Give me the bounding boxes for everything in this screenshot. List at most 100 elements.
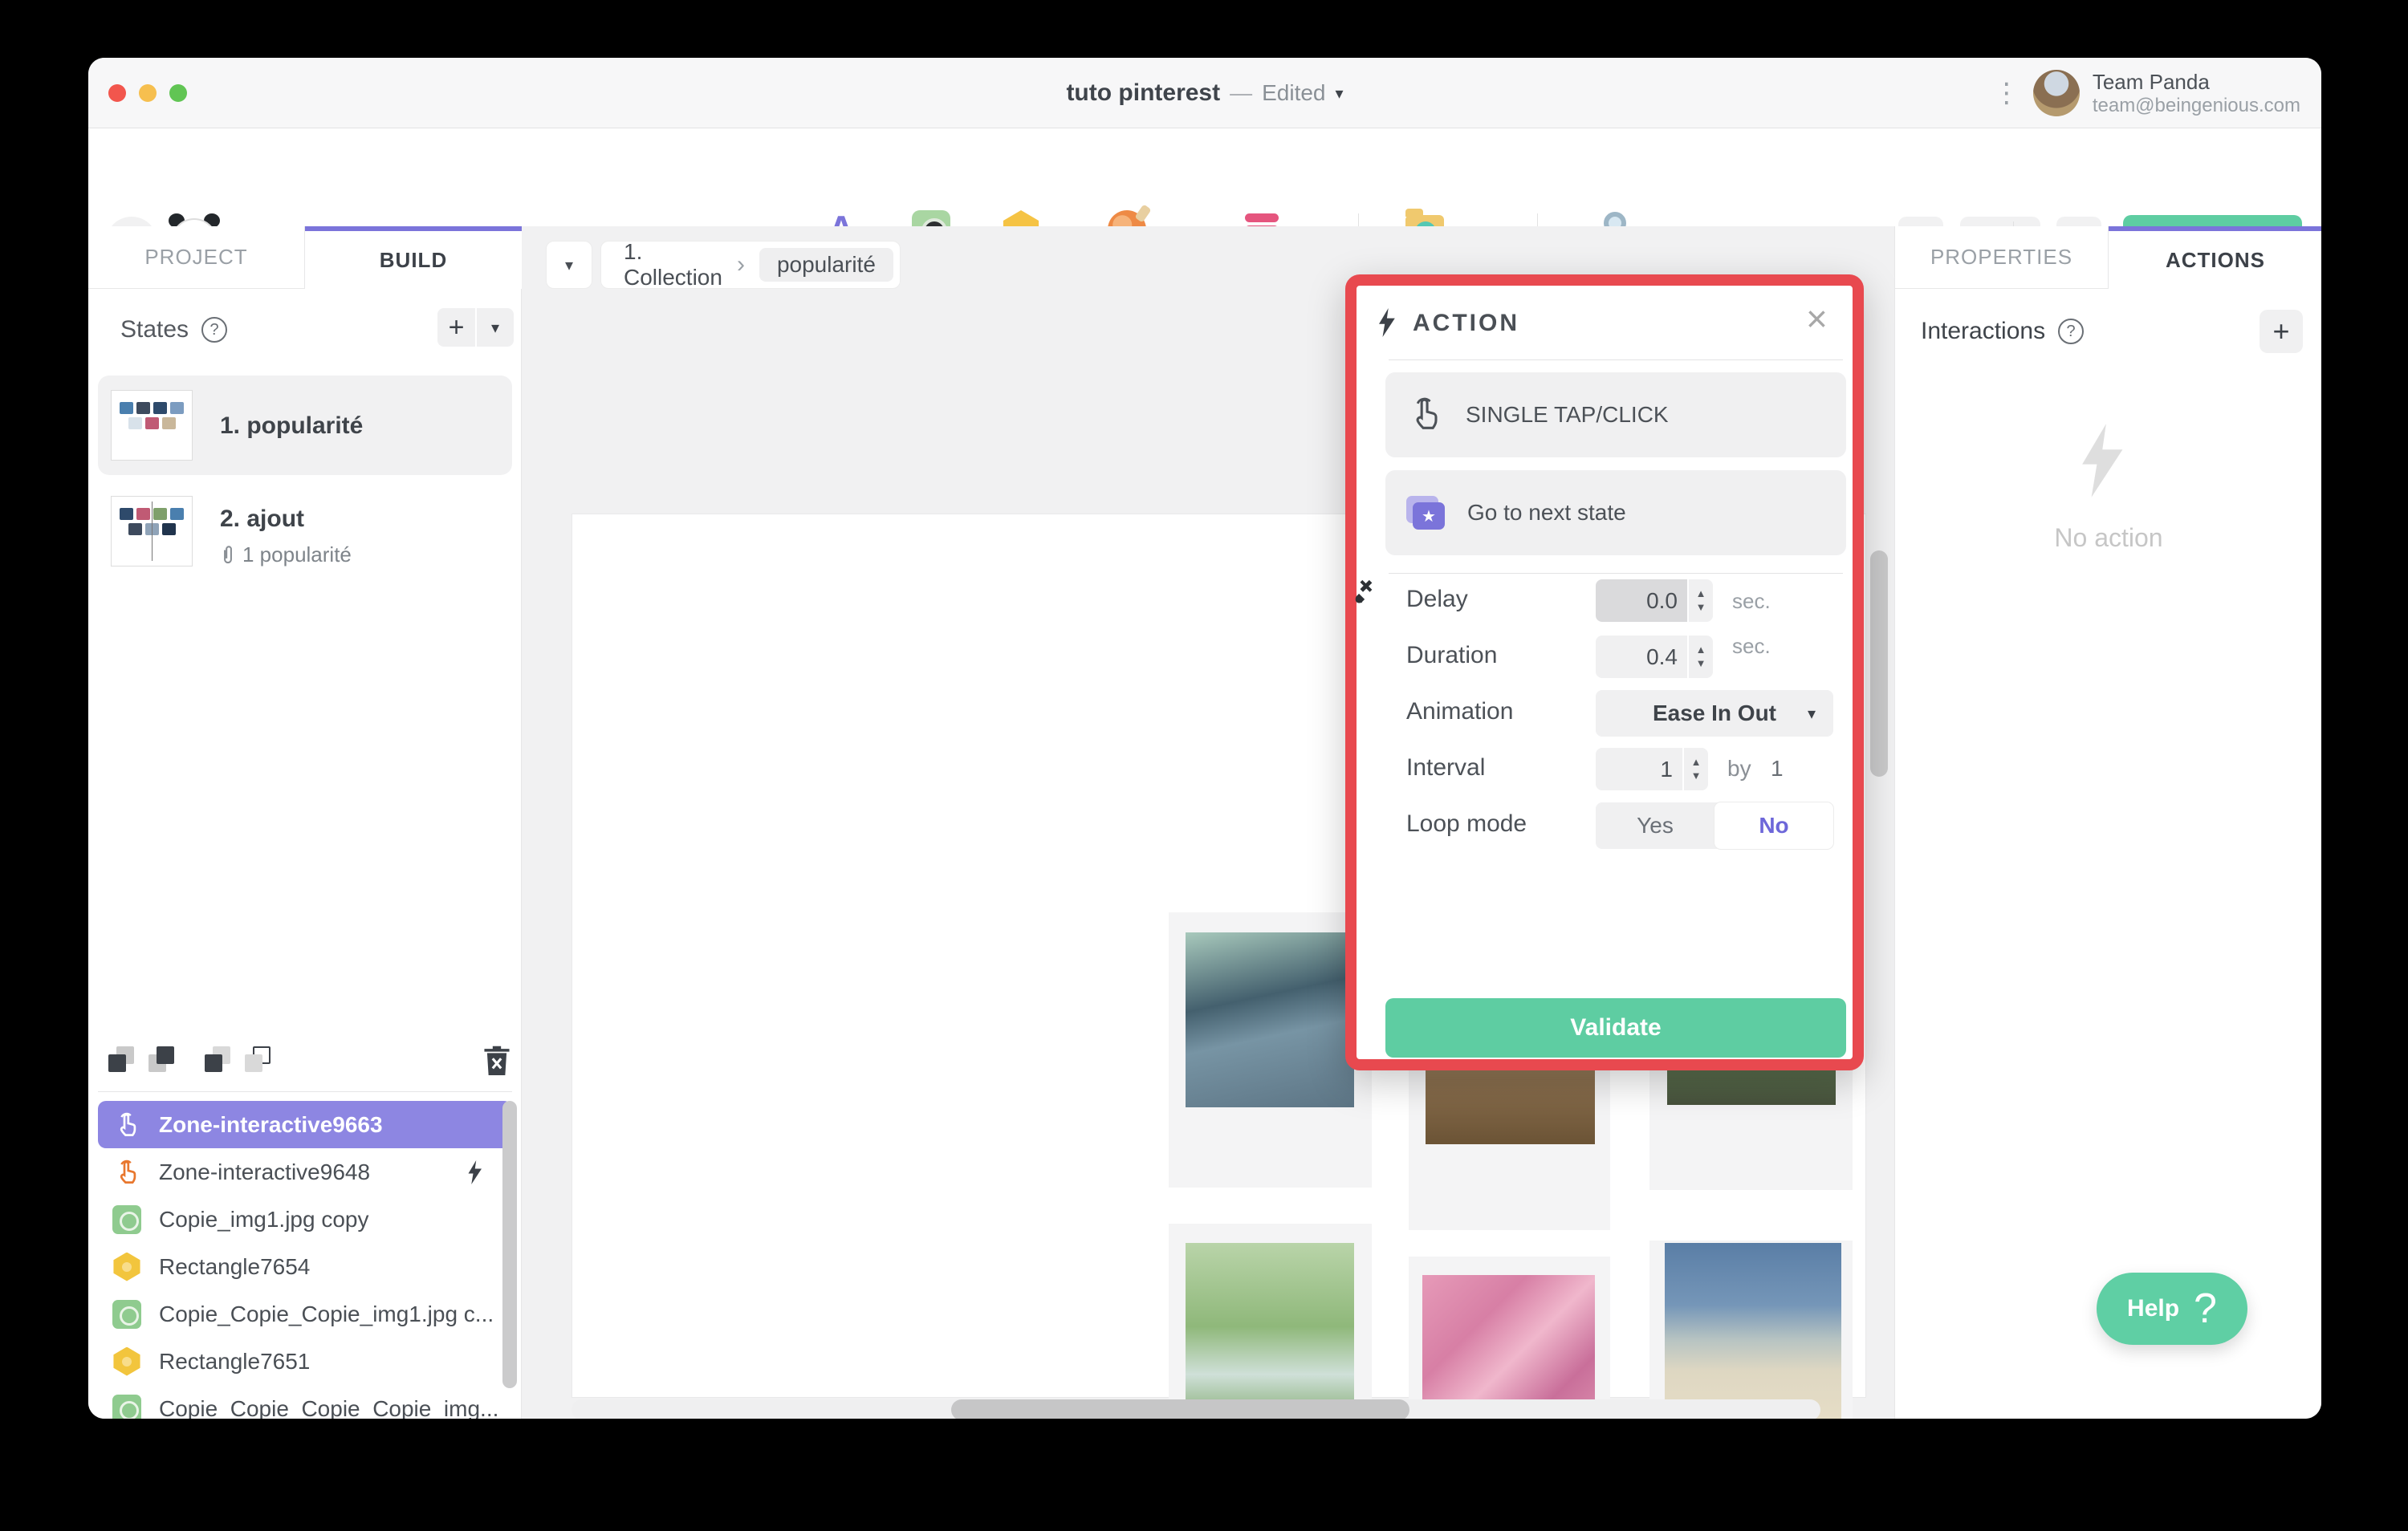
divider (98, 1091, 512, 1092)
layer-list-scrollbar[interactable] (502, 1101, 517, 1388)
layer-row[interactable]: Copie_Copie_Copie_img1.jpg c... (88, 1290, 522, 1338)
action-bolt-icon (1376, 308, 1397, 337)
layer-row[interactable]: Zone-interactive9663 (98, 1101, 512, 1148)
state-options-dropdown[interactable]: ▾ (477, 308, 514, 347)
interval-by-label: by (1727, 756, 1751, 782)
loop-mode-label: Loop mode (1406, 810, 1527, 838)
interval-label: Interval (1406, 754, 1485, 782)
loop-no-option[interactable]: No (1714, 802, 1833, 849)
delete-layer-button[interactable] (482, 1043, 512, 1077)
state-label: 2. ajout (220, 506, 304, 533)
tab-build[interactable]: BUILD (305, 226, 522, 289)
photo-flowers-shoes (1422, 1275, 1595, 1419)
single-tap-icon (1406, 395, 1443, 435)
interactions-header: Interactions ? (1921, 318, 2084, 345)
no-action-label: No action (1895, 523, 2321, 553)
state-item-ajout[interactable]: 2. ajout 1 popularité (98, 481, 512, 581)
loop-mode-toggle: Yes No (1596, 802, 1833, 849)
action-badge-icon (466, 1160, 483, 1184)
loop-yes-option[interactable]: Yes (1596, 802, 1714, 849)
layer-row[interactable]: Rectangle7654 (88, 1243, 522, 1290)
tab-properties[interactable]: PROPERTIES (1895, 226, 2109, 289)
tap-zone-icon (112, 1158, 141, 1187)
mouse-cursor (1353, 578, 1381, 605)
screen: tuto pinterest — Edited ▾ ⋮ Team Panda t… (0, 0, 2408, 1531)
breadcrumb-dropdown-button[interactable]: ▾ (546, 241, 592, 289)
dialog-title: ACTION (1413, 310, 1519, 337)
delay-stepper[interactable]: ▲▼ (1687, 579, 1713, 622)
toolbar: pandasuite v3.1.75-pre A Text Images Sha… (88, 128, 2321, 226)
animation-label: Animation (1406, 698, 1513, 725)
interactions-help-icon[interactable]: ? (2058, 319, 2084, 344)
breadcrumb: 1. Collection › popularité (600, 241, 901, 289)
user-email: team@beingenious.com (2093, 95, 2300, 117)
app-window: tuto pinterest — Edited ▾ ⋮ Team Panda t… (88, 58, 2321, 1419)
state-label: 1. popularité (220, 412, 363, 440)
close-icon[interactable]: × (1806, 300, 1828, 337)
duration-label: Duration (1406, 642, 1497, 669)
layer-row[interactable]: Copie_img1.jpg copy (88, 1196, 522, 1243)
tap-zone-icon (112, 1111, 141, 1139)
validate-button[interactable]: Validate (1385, 998, 1846, 1058)
go-next-state-icon: ★ (1406, 496, 1445, 530)
action-row[interactable]: ★ Go to next state (1385, 470, 1846, 555)
divider (1389, 573, 1843, 574)
interval-stepper[interactable]: ▲▼ (1682, 748, 1708, 790)
overflow-menu-icon[interactable]: ⋮ (1993, 79, 2020, 107)
edited-dropdown-icon[interactable]: ▾ (1336, 83, 1344, 104)
shape-layer-icon (112, 1253, 141, 1281)
delay-label: Delay (1406, 586, 1468, 613)
help-question-icon: ? (2194, 1285, 2217, 1333)
interval-input[interactable]: 1 (1596, 748, 1682, 790)
add-interaction-button[interactable]: + (2260, 310, 2303, 353)
link-icon (220, 545, 236, 566)
right-panel: PROPERTIES ACTIONS Interactions ? + No a… (1894, 226, 2321, 1419)
duration-unit: sec. (1732, 634, 1771, 659)
animation-select[interactable]: Ease In Out ▾ (1596, 690, 1833, 737)
bring-forward-icon[interactable] (148, 1046, 177, 1075)
breadcrumb-current[interactable]: popularité (759, 248, 893, 282)
state-link[interactable]: 1 popularité (220, 542, 352, 567)
add-state-button[interactable]: + (437, 308, 475, 347)
interval-by-value: 1 (1771, 756, 1784, 782)
canvas-hscrollbar-thumb[interactable] (951, 1399, 1409, 1419)
layer-row[interactable]: Rectangle7651 (88, 1338, 522, 1385)
send-to-back-icon[interactable] (205, 1046, 234, 1075)
image-layer-icon (112, 1395, 141, 1419)
layer-row[interactable]: Copie_Copie_Copie_Copie_img... (88, 1385, 522, 1419)
photo-beach-sailboats (1665, 1243, 1841, 1419)
breadcrumb-root[interactable]: 1. Collection (624, 239, 722, 290)
tab-project[interactable]: PROJECT (88, 226, 305, 289)
no-action-bolt-icon (2075, 411, 2126, 510)
window-title: tuto pinterest — Edited ▾ (88, 58, 2321, 128)
trigger-row[interactable]: SINGLE TAP/CLICK (1385, 372, 1846, 457)
state-item-popularite[interactable]: 1. popularité (98, 376, 512, 475)
title-separator: — (1230, 80, 1252, 106)
states-help-icon[interactable]: ? (201, 317, 227, 343)
states-title: States (120, 316, 189, 343)
breadcrumb-chevron-icon: › (737, 251, 745, 278)
send-backward-icon[interactable] (108, 1046, 137, 1075)
duration-input[interactable]: 0.4 (1596, 636, 1687, 678)
titlebar: tuto pinterest — Edited ▾ ⋮ Team Panda t… (88, 58, 2321, 128)
delay-input[interactable]: 0.0 (1596, 579, 1687, 622)
image-layer-icon (112, 1300, 141, 1329)
divider (1389, 359, 1843, 360)
canvas-hscrollbar-track[interactable] (571, 1399, 1820, 1419)
photo-lake-girl (1186, 932, 1354, 1107)
edited-label[interactable]: Edited (1262, 80, 1325, 106)
project-title: tuto pinterest (1066, 79, 1220, 107)
left-panel: PROJECT BUILD States ? + ▾ 1. popularité… (88, 226, 522, 1419)
bring-to-front-icon[interactable] (245, 1046, 274, 1075)
state-thumbnail (111, 496, 193, 567)
layer-row[interactable]: Zone-interactive9648 (88, 1148, 522, 1196)
shape-layer-icon (112, 1347, 141, 1376)
avatar[interactable] (2033, 70, 2080, 116)
help-button[interactable]: Help ? (2097, 1273, 2247, 1345)
duration-stepper[interactable]: ▲▼ (1687, 636, 1713, 678)
user-name: Team Panda (2093, 70, 2300, 95)
image-layer-icon (112, 1205, 141, 1234)
canvas-vscrollbar-thumb[interactable] (1870, 550, 1888, 777)
user-cluster: ⋮ Team Panda team@beingenious.com (1993, 58, 2300, 128)
tab-actions[interactable]: ACTIONS (2109, 226, 2321, 289)
